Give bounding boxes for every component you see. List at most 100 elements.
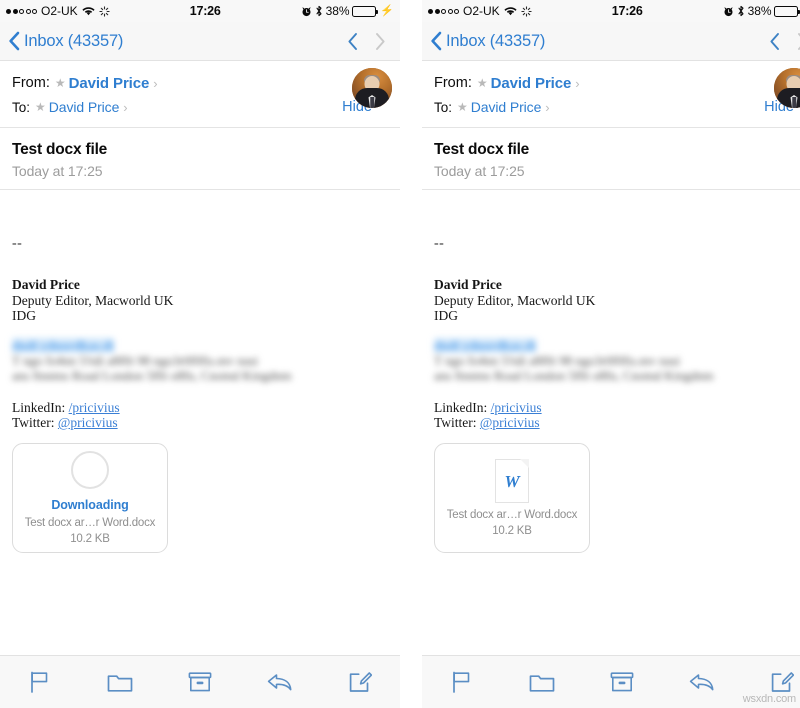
message-body: -- David Price Deputy Editor, Macworld U… [0, 236, 400, 553]
status-bar-clock: 17:26 [189, 4, 221, 18]
flag-button[interactable] [0, 656, 80, 708]
signature-name: David Price [434, 277, 502, 292]
signature-separator: -- [12, 236, 23, 251]
dual-screenshot-stage: O2-UK 17:26 38% ⚡ Inbox (43357) From: ★ … [0, 0, 800, 708]
social-links: LinkedIn: /pricivius Twitter: @pricivius [12, 400, 388, 431]
carrier-label: O2-UK [463, 4, 500, 18]
to-label: To: [434, 99, 453, 115]
twitter-label: Twitter: [434, 415, 477, 430]
attachment-size: 10.2 KB [70, 532, 110, 545]
signature-block: David Price Deputy Editor, Macworld UK I… [12, 277, 388, 324]
chevron-right-icon: › [545, 99, 550, 115]
avatar [774, 68, 800, 108]
back-to-inbox-button[interactable]: Inbox (43357) [8, 31, 123, 51]
linkedin-label: LinkedIn: [434, 399, 488, 415]
chevron-up-icon[interactable] [347, 32, 358, 51]
twitter-line: Twitter: @pricivius [12, 415, 388, 431]
to-label: To: [12, 99, 31, 115]
iphone-mail-viewport-right: O2-UK 17:26 38% Inbox (43357) From: ★ Da… [422, 0, 800, 708]
message-header: From: ★ David Price › To: ★ David Price … [0, 61, 400, 128]
linkedin-link[interactable]: /pricivius [491, 400, 542, 415]
status-bar-left: O2-UK [428, 4, 532, 18]
signature-name: David Price [12, 277, 80, 292]
linkedin-link[interactable]: /pricivius [69, 400, 120, 415]
twitter-link[interactable]: @pricivius [480, 415, 540, 430]
signature-title: Deputy Editor, Macworld UK [434, 292, 596, 308]
message-pager [769, 32, 800, 51]
activity-spinner-icon [99, 5, 110, 17]
wifi-icon [82, 6, 95, 16]
linkedin-line: LinkedIn: /pricivius [12, 400, 388, 416]
archive-box-icon [610, 671, 634, 693]
archive-button[interactable] [582, 656, 662, 708]
reply-button[interactable] [662, 656, 742, 708]
panel-divider [400, 0, 401, 708]
signature-company: IDG [434, 308, 458, 323]
to-name[interactable]: David Price [471, 99, 542, 115]
from-name[interactable]: David Price [491, 75, 572, 92]
move-to-folder-button[interactable] [502, 656, 582, 708]
download-progress-ring-icon [71, 450, 109, 489]
signature-company: IDG [12, 308, 36, 323]
battery-icon [352, 5, 379, 17]
chevron-right-icon: › [123, 99, 128, 115]
redacted-address: ans ftnntns Road London 5f0i o8fn, Cnotn… [434, 367, 714, 383]
redacted-address: ans ftnntns Road London 5f0i o8fn, Cnotn… [12, 367, 292, 383]
to-row: To: ★ David Price › Hide [434, 95, 800, 119]
navigation-bar: Inbox (43357) [0, 22, 400, 61]
folder-icon [529, 671, 555, 693]
message-timestamp: Today at 17:25 [434, 163, 525, 179]
reply-button[interactable] [240, 656, 320, 708]
star-icon: ★ [476, 76, 488, 90]
avatar [352, 68, 392, 108]
signal-strength-icon [428, 8, 459, 14]
status-bar-right: 38% ⚡ [723, 4, 800, 18]
alarm-clock-icon [301, 6, 312, 17]
twitter-link[interactable]: @pricivius [58, 415, 118, 430]
compose-icon [348, 670, 372, 694]
status-bar-left: O2-UK [6, 4, 110, 18]
from-name[interactable]: David Price [69, 75, 150, 92]
star-icon: ★ [457, 100, 468, 114]
screenshot-panel-left: O2-UK 17:26 38% ⚡ Inbox (43357) From: ★ … [0, 0, 400, 708]
chevron-left-icon [8, 31, 20, 51]
move-to-folder-button[interactable] [80, 656, 160, 708]
flag-icon [29, 670, 51, 694]
chevron-down-icon [375, 32, 386, 51]
attachment-filename: Test docx ar…r Word.docx [446, 508, 578, 521]
redacted-contact-details: dndi ydnordkas.di T ngo fo4nn 5!tdi a8f0… [434, 337, 800, 383]
status-bar-clock: 17:26 [611, 4, 643, 18]
from-row: From: ★ David Price › [434, 71, 800, 95]
message-pager [347, 32, 390, 51]
page-title: Test docx file [12, 141, 108, 158]
bluetooth-icon [737, 5, 745, 17]
back-to-inbox-button[interactable]: Inbox (43357) [430, 31, 545, 51]
archive-button[interactable] [160, 656, 240, 708]
social-links: LinkedIn: /pricivius Twitter: @pricivius [434, 400, 800, 431]
signature-title: Deputy Editor, Macworld UK [12, 292, 174, 308]
flag-button[interactable] [422, 656, 502, 708]
subject-block: Test docx file Today at 17:25 [422, 128, 800, 190]
chevron-up-icon[interactable] [769, 32, 780, 51]
signature-separator: -- [434, 236, 445, 251]
message-timestamp: Today at 17:25 [12, 163, 103, 179]
to-row: To: ★ David Price › Hide [12, 95, 388, 119]
alarm-clock-icon [723, 6, 734, 17]
star-icon: ★ [54, 76, 66, 90]
attachment-tile[interactable]: Downloading Test docx ar…r Word.docx 10.… [12, 442, 168, 553]
attachment-tile[interactable]: W Test docx ar…r Word.docx 10.2 KB [434, 442, 590, 553]
word-icon-letter: W [504, 471, 520, 491]
compose-button[interactable] [320, 656, 400, 708]
redacted-email: dndi ydnordkas.di [12, 337, 114, 353]
page-title: Test docx file [434, 141, 530, 158]
linkedin-label: LinkedIn: [12, 399, 66, 415]
back-label: Inbox (43357) [446, 31, 546, 50]
archive-box-icon [188, 671, 212, 693]
battery-percent-label: 38% [325, 4, 350, 18]
attachment-filename: Test docx ar…r Word.docx [24, 516, 156, 529]
status-bar: O2-UK [422, 0, 800, 22]
subject-block: Test docx file Today at 17:25 [0, 128, 400, 190]
to-name[interactable]: David Price [49, 99, 120, 115]
battery-percent-label: 38% [747, 4, 772, 18]
carrier-label: O2-UK [41, 4, 78, 18]
